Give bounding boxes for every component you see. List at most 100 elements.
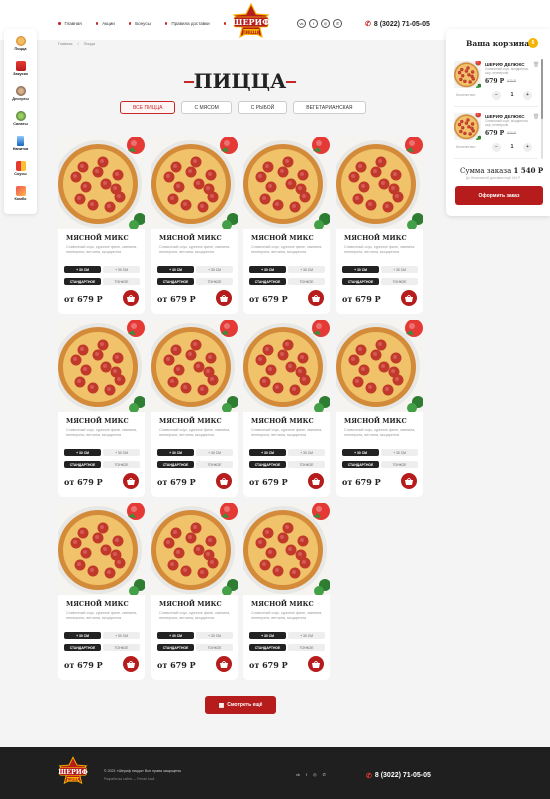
vk-icon[interactable]: vk [296, 772, 300, 777]
size-option[interactable]: + 30 СМ [288, 266, 325, 273]
filter-fish[interactable]: С РЫБОЙ [237, 101, 288, 114]
developer-credit[interactable]: Разработка сайта — Ferrari kudi [104, 777, 154, 781]
size-option[interactable]: + 30 СМ [196, 449, 233, 456]
dough-option[interactable]: ТОНКОЕ [288, 644, 325, 651]
nav-link-delivery[interactable]: Правила доставки [164, 21, 230, 26]
viber-icon[interactable]: ✆ [323, 772, 326, 777]
product-image[interactable] [151, 137, 238, 230]
size-option[interactable]: + 30 СМ [64, 266, 101, 273]
product-image[interactable] [58, 320, 145, 413]
product-image[interactable] [336, 137, 423, 230]
size-option[interactable]: + 30 СМ [157, 266, 194, 273]
size-option[interactable]: + 30 СМ [342, 266, 379, 273]
dough-option[interactable]: ТОНКОЕ [381, 461, 418, 468]
add-to-cart-button[interactable] [308, 473, 324, 489]
size-option[interactable]: + 30 СМ [288, 449, 325, 456]
decrease-button[interactable]: − [492, 90, 501, 100]
filter-vegetarian[interactable]: ВЕГЕТАРИАНСКАЯ [293, 101, 366, 114]
size-option[interactable]: + 30 СМ [103, 266, 140, 273]
dough-option[interactable]: СТАНДАРТНОЕ [249, 278, 286, 285]
checkout-button[interactable]: Оформить заказ [455, 186, 543, 205]
sidebar-item-snacks[interactable]: Закуски [4, 61, 37, 76]
instagram-icon[interactable]: ◎ [313, 772, 317, 777]
sidebar-item-salads[interactable]: Салаты [4, 111, 37, 126]
dough-option[interactable]: ТОНКОЕ [196, 278, 233, 285]
logo[interactable]: ШЕРИФ ПИЦЦА [232, 3, 270, 45]
footer-logo[interactable]: ШЕРИФ ПИЦЦА [58, 756, 88, 790]
add-to-cart-button[interactable] [123, 290, 139, 306]
vk-icon[interactable]: vk [297, 19, 306, 28]
dough-option[interactable]: ТОНКОЕ [196, 644, 233, 651]
dough-option[interactable]: ТОНКОЕ [288, 278, 325, 285]
dough-option[interactable]: ТОНКОЕ [381, 278, 418, 285]
dough-option[interactable]: СТАНДАРТНОЕ [64, 278, 101, 285]
dough-option[interactable]: СТАНДАРТНОЕ [64, 644, 101, 651]
dough-option[interactable]: ТОНКОЕ [103, 278, 140, 285]
sidebar-item-pizza[interactable]: Пицца [4, 36, 37, 51]
decrease-button[interactable]: − [492, 142, 501, 152]
add-to-cart-button[interactable] [308, 656, 324, 672]
footer-phone[interactable]: ✆ 8 (3022) 71-05-05 [366, 772, 431, 780]
size-option[interactable]: + 30 СМ [249, 266, 286, 273]
add-to-cart-button[interactable] [123, 473, 139, 489]
filter-all[interactable]: ВСЕ ПИЦЦА [120, 101, 176, 114]
size-option[interactable]: + 30 СМ [249, 632, 286, 639]
dough-option[interactable]: ТОНКОЕ [103, 461, 140, 468]
size-option[interactable]: + 30 СМ [342, 449, 379, 456]
dough-option[interactable]: ТОНКОЕ [196, 461, 233, 468]
nav-link-home[interactable]: Главная [58, 21, 82, 26]
filter-meat[interactable]: С МЯСОМ [181, 101, 232, 114]
dough-option[interactable]: СТАНДАРТНОЕ [342, 461, 379, 468]
size-option[interactable]: + 30 СМ [157, 632, 194, 639]
sidebar-item-combo[interactable]: Комбо [4, 186, 37, 201]
product-image[interactable] [243, 137, 330, 230]
product-image[interactable] [58, 503, 145, 596]
trash-icon[interactable]: 🗑 [533, 62, 539, 68]
size-option[interactable]: + 30 СМ [288, 632, 325, 639]
size-option[interactable]: + 30 СМ [64, 632, 101, 639]
dough-option[interactable]: СТАНДАРТНОЕ [342, 278, 379, 285]
header-phone[interactable]: ✆ 8 (3022) 71-05-05 [365, 20, 430, 29]
sidebar-item-drinks[interactable]: Напитки [4, 136, 37, 151]
instagram-icon[interactable]: ◎ [321, 19, 330, 28]
dough-option[interactable]: СТАНДАРТНОЕ [249, 644, 286, 651]
dough-option[interactable]: СТАНДАРТНОЕ [157, 278, 194, 285]
nav-link-promo[interactable]: Акции [95, 21, 115, 26]
size-option[interactable]: + 30 СМ [381, 449, 418, 456]
product-image[interactable] [151, 503, 238, 596]
increase-button[interactable]: + [523, 90, 532, 100]
viber-icon[interactable]: ✆ [333, 19, 342, 28]
trash-icon[interactable]: 🗑 [533, 114, 539, 120]
sidebar-item-desserts[interactable]: Десерты [4, 86, 37, 101]
add-to-cart-button[interactable] [216, 290, 232, 306]
sidebar-item-sauces[interactable]: Соусы [4, 161, 37, 176]
size-option[interactable]: + 30 СМ [196, 632, 233, 639]
dough-option[interactable]: ТОНКОЕ [288, 461, 325, 468]
size-option[interactable]: + 30 СМ [196, 266, 233, 273]
facebook-icon[interactable]: f [306, 772, 307, 777]
product-image[interactable] [151, 320, 238, 413]
add-to-cart-button[interactable] [216, 473, 232, 489]
size-option[interactable]: + 30 СМ [64, 449, 101, 456]
product-image[interactable] [243, 320, 330, 413]
dough-option[interactable]: СТАНДАРТНОЕ [64, 461, 101, 468]
breadcrumb-home[interactable]: Главная [58, 42, 72, 46]
product-image[interactable] [243, 503, 330, 596]
dough-option[interactable]: ТОНКОЕ [103, 644, 140, 651]
dough-option[interactable]: СТАНДАРТНОЕ [157, 461, 194, 468]
add-to-cart-button[interactable] [308, 290, 324, 306]
size-option[interactable]: + 30 СМ [157, 449, 194, 456]
show-more-button[interactable]: ▦ Смотреть ещё [205, 696, 276, 714]
increase-button[interactable]: + [523, 142, 532, 152]
facebook-icon[interactable]: f [309, 19, 318, 28]
size-option[interactable]: + 30 СМ [103, 449, 140, 456]
size-option[interactable]: + 30 СМ [381, 266, 418, 273]
nav-link-bonus[interactable]: Бонусы [128, 21, 151, 26]
add-to-cart-button[interactable] [401, 473, 417, 489]
add-to-cart-button[interactable] [401, 290, 417, 306]
dough-option[interactable]: СТАНДАРТНОЕ [157, 644, 194, 651]
add-to-cart-button[interactable] [123, 656, 139, 672]
dough-option[interactable]: СТАНДАРТНОЕ [249, 461, 286, 468]
product-image[interactable] [336, 320, 423, 413]
product-image[interactable] [58, 137, 145, 230]
